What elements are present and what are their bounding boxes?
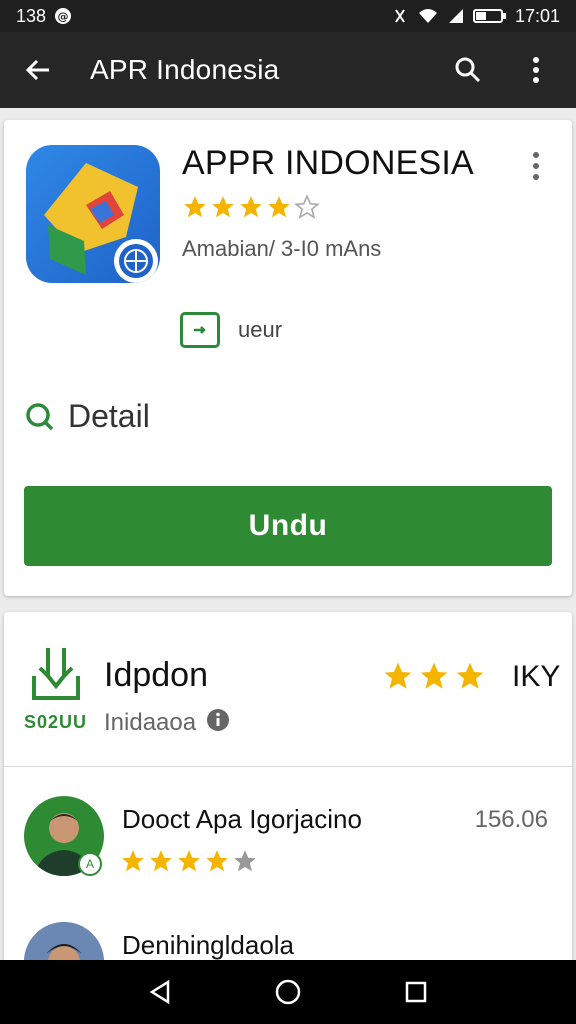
detail-label: Detail: [68, 398, 150, 434]
app-rating-stars: [182, 194, 320, 220]
detail-link[interactable]: Detail: [24, 398, 150, 435]
info-icon[interactable]: [206, 708, 230, 737]
developer-subtitle-row: Inidaaoa: [104, 708, 230, 737]
star-filled-icon: [178, 850, 200, 872]
system-nav-bar: [0, 960, 576, 1024]
notification-icon: @: [54, 7, 72, 25]
review-rating-stars: [120, 848, 258, 874]
app-card: APPR INDONESIA Amabian/ 3-I0 mAns ueur D…: [4, 120, 572, 596]
developer-card: S02UU Idpdon Inidaaoa IKY A Dooct Apa Ig…: [4, 612, 572, 1002]
overflow-menu-icon[interactable]: [514, 48, 558, 92]
star-filled-icon: [184, 196, 206, 218]
detail-search-icon: [26, 402, 54, 430]
star-filled-icon: [122, 850, 144, 872]
svg-text:@: @: [58, 10, 69, 23]
status-bar: 138 @ 17:01: [0, 0, 576, 32]
card-overflow-icon[interactable]: [518, 148, 554, 184]
developer-title: Idpdon: [104, 656, 208, 694]
status-left: 138 @: [16, 6, 72, 27]
star-empty-icon: [234, 850, 256, 872]
nav-home-icon[interactable]: [264, 968, 312, 1016]
download-icon: [26, 642, 86, 708]
app-logo-icon: [26, 145, 160, 283]
review-item[interactable]: A Dooct Apa Igorjacino 156.06: [4, 794, 572, 894]
badge-label: ueur: [238, 317, 283, 342]
app-bar-title: APR Indonesia: [90, 54, 280, 85]
app-publisher: Amabian/ 3-I0 mAns: [182, 236, 382, 261]
vibrate-icon: [391, 7, 409, 25]
reviewer-name: Dooct Apa Igorjacino: [122, 804, 362, 834]
signal-icon: [447, 7, 465, 25]
battery-icon: [472, 7, 507, 25]
back-arrow-icon[interactable]: [18, 50, 58, 90]
star-filled-icon: [420, 662, 448, 689]
app-bar: APR Indonesia: [0, 32, 576, 108]
divider: [4, 766, 572, 767]
developer-subtitle: Inidaaoa: [104, 708, 197, 736]
status-time-right: 17:01: [514, 5, 560, 26]
developer-stars: [382, 660, 486, 692]
status-right: 17:01: [391, 6, 560, 27]
badge-row: ueur: [180, 312, 282, 348]
star-empty-icon: [294, 194, 320, 220]
star-filled-icon: [212, 196, 234, 218]
app-title: APPR INDONESIA: [182, 144, 474, 182]
star-filled-icon: [384, 662, 412, 689]
wifi-icon: [417, 7, 439, 25]
status-time-left: 138: [16, 5, 47, 26]
developer-right-label: IKY: [512, 660, 561, 693]
nav-back-icon[interactable]: [136, 968, 184, 1016]
review-score: 156.06: [474, 806, 548, 833]
developer-code: S02UU: [24, 712, 88, 732]
star-filled-icon: [268, 196, 290, 218]
verified-badge-icon: A: [78, 852, 102, 876]
install-button[interactable]: Undu: [24, 486, 552, 566]
nav-recents-icon[interactable]: [392, 968, 440, 1016]
badge-icon: [180, 312, 220, 348]
star-filled-icon: [206, 850, 228, 872]
reviewer-name: Denihingldaola: [122, 930, 295, 960]
star-filled-icon: [456, 662, 484, 689]
star-filled-icon: [150, 850, 172, 872]
search-icon[interactable]: [446, 48, 490, 92]
star-filled-icon: [240, 196, 262, 218]
